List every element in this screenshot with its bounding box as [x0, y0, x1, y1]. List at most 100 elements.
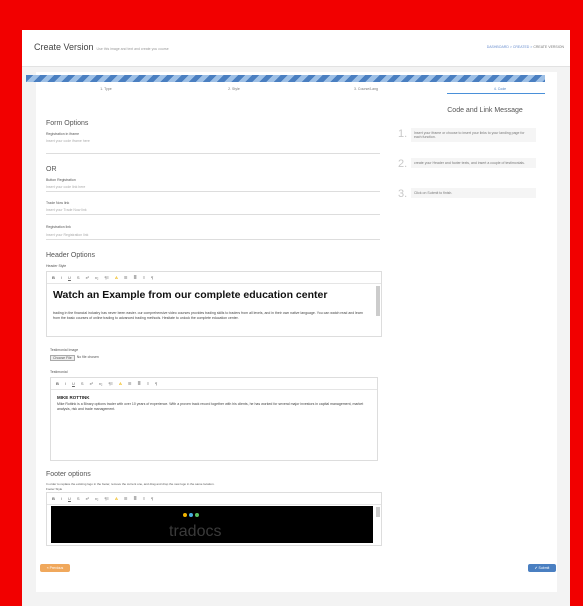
button-registration-input[interactable]: Insert your code link here — [46, 185, 380, 192]
testimonial-name: MIKE ROTTINK — [57, 395, 90, 400]
testimonial-label: Testimonial — [50, 370, 68, 374]
align-button[interactable]: ≡ — [143, 275, 145, 280]
editor-scrollbar[interactable] — [376, 286, 380, 316]
footer-logo: tradocs — [169, 523, 222, 540]
superscript-button[interactable]: x² — [90, 381, 93, 386]
header-style-label: Header Style — [46, 264, 67, 268]
submit-button[interactable]: ✔ Submit — [528, 564, 556, 572]
registration-iframe-label: Registration in iframe — [46, 132, 80, 136]
subscript-button[interactable]: x₂ — [95, 275, 99, 280]
registration-iframe-input[interactable]: Insert your code iframe here — [46, 139, 380, 154]
font-color-button[interactable]: A — [119, 381, 122, 386]
subscript-button[interactable]: x₂ — [95, 496, 99, 501]
choose-file-button[interactable]: Choose File — [50, 355, 75, 361]
trade-now-input[interactable]: Insert your Trade Now link — [46, 208, 380, 215]
footer-style-editor[interactable]: B I U S x² x₂ ¶≡ A ☰ ≣ ≡ ¶ tradocs — [46, 492, 382, 546]
ordered-list-button[interactable]: ≣ — [133, 275, 136, 280]
trade-now-label: Trade Now link — [46, 201, 70, 205]
superscript-button[interactable]: x² — [86, 496, 89, 501]
unordered-list-button[interactable]: ☰ — [124, 496, 128, 501]
page-title-text: Create Version — [34, 42, 94, 52]
breadcrumb: DASHBOARD > CREATED > CREATE VERSION — [486, 45, 564, 49]
font-color-button[interactable]: A — [115, 496, 118, 501]
footer-options-heading: Footer options — [46, 471, 91, 478]
form-options-heading: Form Options — [46, 120, 89, 127]
registration-link-input[interactable]: Insert your Registration link — [46, 233, 380, 240]
strike-button[interactable]: S — [77, 496, 80, 501]
strike-button[interactable]: S — [77, 275, 80, 280]
ordered-list-button[interactable]: ≣ — [133, 496, 136, 501]
format-button[interactable]: ¶ — [151, 275, 153, 280]
previous-label: Previous — [49, 566, 64, 570]
ordered-list-button[interactable]: ≣ — [137, 381, 140, 386]
align-button[interactable]: ≡ — [147, 381, 149, 386]
button-registration-label: Button Registration — [46, 178, 76, 182]
instruction-number: 1. — [398, 128, 408, 140]
footer-note: In order to replace the existing logo in… — [46, 482, 215, 486]
paragraph-button[interactable]: ¶≡ — [108, 381, 112, 386]
footer-style-label: Footer Style — [46, 487, 63, 491]
italic-button[interactable]: I — [65, 381, 66, 386]
italic-button[interactable]: I — [61, 496, 62, 501]
editor-toolbar: B I U S x² x₂ ¶≡ A ☰ ≣ ≡ ¶ — [47, 272, 381, 284]
instruction-text: Click on Submit to finish. — [411, 188, 536, 198]
paragraph-button[interactable]: ¶≡ — [104, 496, 108, 501]
format-button[interactable]: ¶ — [151, 496, 153, 501]
format-button[interactable]: ¶ — [155, 381, 157, 386]
font-color-button[interactable]: A — [115, 275, 118, 280]
breadcrumb-created[interactable]: CREATED — [513, 45, 529, 49]
no-file-chosen: No file chosen — [76, 355, 99, 359]
page-header: Create Version Use this image and text an… — [22, 30, 570, 67]
testimonial-image-label: Testimonial Image — [50, 348, 79, 352]
file-picker: Choose File No file chosen — [50, 355, 99, 361]
header-body: trading in the financial industry has ne… — [53, 311, 363, 320]
header-options-heading: Header Options — [46, 252, 96, 259]
underline-button[interactable]: U — [72, 381, 75, 386]
breadcrumb-dashboard[interactable]: DASHBOARD — [487, 45, 509, 49]
previous-button[interactable]: « Previous — [40, 564, 70, 572]
page-subtitle: Use this image and text and create you c… — [96, 47, 169, 51]
underline-button[interactable]: U — [68, 275, 71, 280]
instruction-text: Insert your iframe or choose to insert y… — [411, 128, 536, 142]
testimonial-text: Mike Rottink is a Binary options trader … — [57, 402, 364, 411]
subscript-button[interactable]: x₂ — [99, 381, 103, 386]
underline-button[interactable]: U — [68, 496, 71, 501]
page-title: Create Version Use this image and text an… — [34, 42, 169, 52]
header-style-editor[interactable]: B I U S x² x₂ ¶≡ A ☰ ≣ ≡ ¶ Watch an Exam… — [46, 271, 382, 337]
testimonial-content: MIKE ROTTINK Mike Rottink is a Binary op… — [51, 390, 377, 412]
instruction-text: create your Header and footer texts, and… — [411, 158, 536, 168]
instruction-step-2: 2. create your Header and footer texts, … — [398, 158, 536, 176]
superscript-button[interactable]: x² — [86, 275, 89, 280]
step-code[interactable]: 4. Code — [460, 87, 540, 91]
footer-scrollbar[interactable] — [376, 507, 380, 517]
unordered-list-button[interactable]: ☰ — [124, 275, 128, 280]
page: Create Version Use this image and text an… — [22, 30, 570, 606]
registration-link-label: Registration link — [46, 225, 71, 229]
step-style[interactable]: 2. Style — [194, 87, 274, 91]
footer-logo-dots — [183, 513, 199, 517]
submit-label: Submit — [538, 566, 550, 570]
testimonial-editor[interactable]: B I U S x² x₂ ¶≡ A ☰ ≣ ≡ ¶ MIKE ROTTINK … — [50, 377, 378, 461]
footer-toolbar: B I U S x² x₂ ¶≡ A ☰ ≣ ≡ ¶ — [47, 493, 381, 505]
wizard-steps: 1. Type 2. Style 3. Course/Lang 4. Code — [26, 84, 545, 96]
testimonial-toolbar: B I U S x² x₂ ¶≡ A ☰ ≣ ≡ ¶ — [51, 378, 377, 390]
bold-button[interactable]: B — [56, 381, 59, 386]
unordered-list-button[interactable]: ☰ — [128, 381, 132, 386]
step-type[interactable]: 1. Type — [66, 87, 146, 91]
footer-preview: tradocs — [51, 506, 373, 543]
instruction-step-3: 3. Click on Submit to finish. — [398, 188, 536, 206]
align-button[interactable]: ≡ — [143, 496, 145, 501]
paragraph-button[interactable]: ¶≡ — [104, 275, 108, 280]
bold-button[interactable]: B — [52, 275, 55, 280]
or-heading: OR — [46, 166, 57, 173]
step-course-lang[interactable]: 3. Course/Lang — [326, 87, 406, 91]
bold-button[interactable]: B — [52, 496, 55, 501]
code-and-link-heading: Code and Link Message — [447, 107, 523, 114]
instruction-number: 2. — [398, 158, 408, 170]
italic-button[interactable]: I — [61, 275, 62, 280]
wizard-progress-bar — [26, 75, 545, 82]
breadcrumb-current: CREATE VERSION — [533, 45, 564, 49]
header-heading: Watch an Example from our complete educa… — [53, 289, 328, 301]
strike-button[interactable]: S — [81, 381, 84, 386]
instruction-number: 3. — [398, 188, 408, 200]
